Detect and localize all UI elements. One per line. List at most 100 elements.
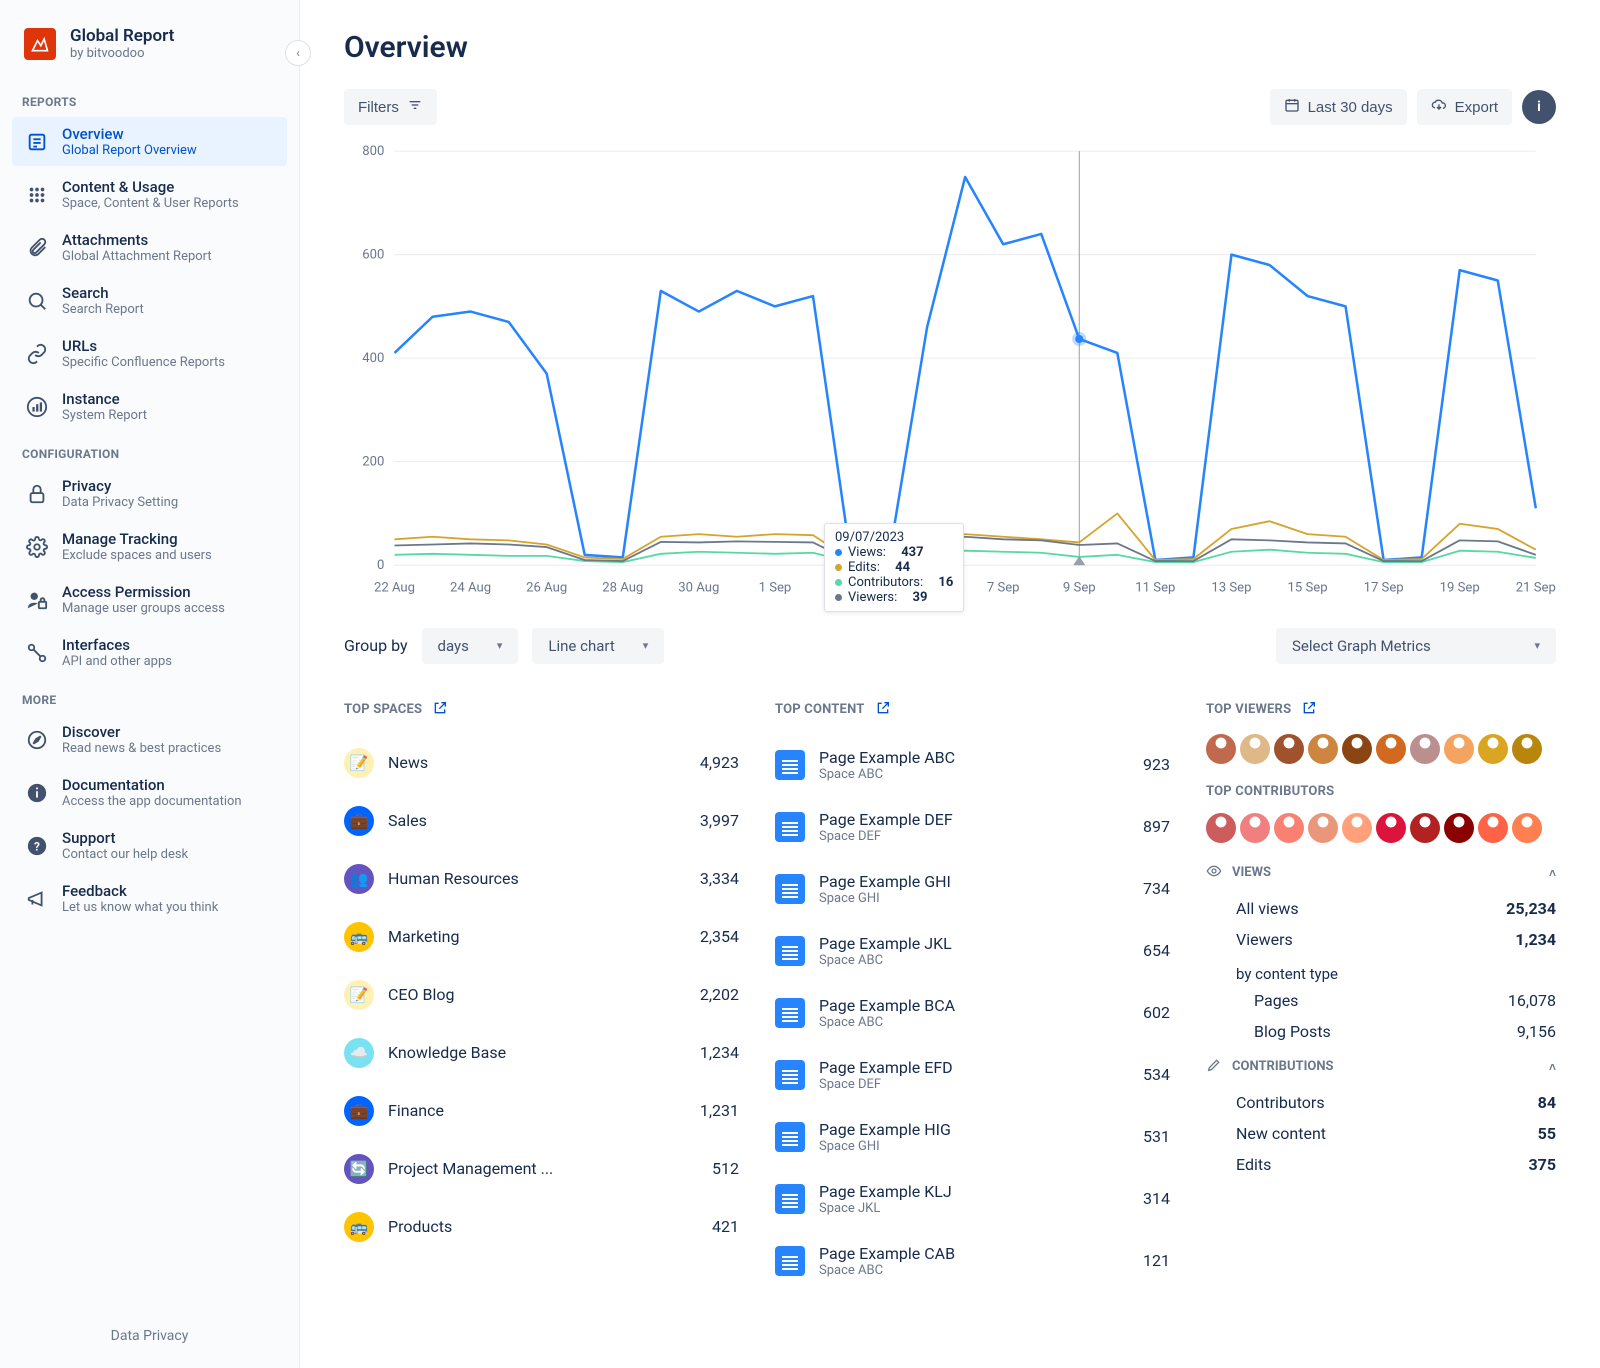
open-top-content-icon[interactable] [875,700,891,720]
brand-title: Global Report [70,26,174,46]
overview-chart[interactable]: 020040060080022 Aug24 Aug26 Aug28 Aug30 … [344,141,1556,610]
sidebar-item-feedback[interactable]: FeedbackLet us know what you think [12,874,287,923]
top-content-row[interactable]: Page Example DEFSpace DEF897 [775,796,1170,858]
views-section-toggle[interactable]: VIEWS ˄ [1206,863,1556,883]
groupby-select[interactable]: days▾ [422,628,519,664]
filters-button[interactable]: Filters [344,89,437,125]
avatar[interactable] [1206,734,1236,764]
user-lock-icon [26,589,48,611]
sidebar-item-discover[interactable]: DiscoverRead news & best practices [12,715,287,764]
top-space-row[interactable]: 📝News4,923 [344,734,739,792]
top-space-row[interactable]: 💼Finance1,231 [344,1082,739,1140]
svg-text:7 Sep: 7 Sep [987,580,1020,595]
avatar[interactable] [1342,734,1372,764]
svg-text:24 Aug: 24 Aug [450,580,491,595]
section-label-config: CONFIGURATION [0,433,299,467]
svg-text:?: ? [34,839,40,853]
info-circle-icon [26,782,48,804]
svg-text:800: 800 [362,144,384,159]
sidebar-item-tracking[interactable]: Manage TrackingExclude spaces and users [12,522,287,571]
top-space-row[interactable]: 🔄Project Management ...512 [344,1140,739,1198]
sidebar-item-documentation[interactable]: DocumentationAccess the app documentatio… [12,768,287,817]
sidebar: ‹ Global Report by bitvoodoo REPORTS Ove… [0,0,300,1368]
page-title: Overview [344,30,1556,65]
avatar[interactable] [1308,734,1338,764]
top-contributors-avatars[interactable] [1206,813,1556,843]
space-icon: 🚌 [344,1212,374,1242]
top-space-row[interactable]: 🚌Products421 [344,1198,739,1256]
avatar[interactable] [1274,813,1304,843]
groupby-label: Group by [344,636,408,655]
sidebar-item-instance[interactable]: InstanceSystem Report [12,382,287,431]
avatar[interactable] [1512,813,1542,843]
avatar[interactable] [1274,734,1304,764]
top-space-row[interactable]: ☁️Knowledge Base1,234 [344,1024,739,1082]
top-space-row[interactable]: 👥Human Resources3,334 [344,850,739,908]
sidebar-item-interfaces[interactable]: InterfacesAPI and other apps [12,628,287,677]
top-content-row[interactable]: Page Example JKLSpace ABC654 [775,920,1170,982]
contributions-section-toggle[interactable]: CONTRIBUTIONS ˄ [1206,1057,1556,1077]
sidebar-item-content-usage[interactable]: Content & UsageSpace, Content & User Rep… [12,170,287,219]
calendar-icon [1284,97,1300,117]
top-content-row[interactable]: Page Example EFDSpace DEF534 [775,1044,1170,1106]
avatar[interactable] [1376,813,1406,843]
avatar[interactable] [1444,813,1474,843]
avatar[interactable] [1478,813,1508,843]
sidebar-item-urls[interactable]: URLsSpecific Confluence Reports [12,329,287,378]
footer-data-privacy[interactable]: Data Privacy [0,1304,299,1368]
space-icon: 📝 [344,748,374,778]
avatar[interactable] [1206,813,1236,843]
date-range-button[interactable]: Last 30 days [1270,89,1407,125]
sidebar-collapse-button[interactable]: ‹ [285,40,311,66]
space-icon: 📝 [344,980,374,1010]
info-button[interactable]: i [1522,90,1556,124]
avatar[interactable] [1410,734,1440,764]
top-content-row[interactable]: Page Example BCASpace ABC602 [775,982,1170,1044]
top-content-row[interactable]: Page Example CABSpace ABC121 [775,1230,1170,1292]
avatar[interactable] [1342,813,1372,843]
avatar[interactable] [1478,734,1508,764]
space-icon: 🔄 [344,1154,374,1184]
open-top-spaces-icon[interactable] [432,700,448,720]
svg-text:9 Sep: 9 Sep [1063,580,1096,595]
avatar[interactable] [1410,813,1440,843]
avatar[interactable] [1240,734,1270,764]
top-content-row[interactable]: Page Example ABCSpace ABC923 [775,734,1170,796]
svg-text:17 Sep: 17 Sep [1364,580,1404,595]
graph-metrics-select[interactable]: Select Graph Metrics▾ [1276,628,1556,664]
open-top-viewers-icon[interactable] [1301,700,1317,720]
top-content-row[interactable]: Page Example KLJSpace JKL314 [775,1168,1170,1230]
svg-text:26 Aug: 26 Aug [526,580,567,595]
compass-icon [26,729,48,751]
eye-icon [1206,863,1222,883]
sidebar-item-support[interactable]: ? SupportContact our help desk [12,821,287,870]
svg-text:11 Sep: 11 Sep [1135,580,1175,595]
space-icon: ☁️ [344,1038,374,1068]
info-icon: i [1537,99,1541,115]
sidebar-item-attachments[interactable]: AttachmentsGlobal Attachment Report [12,223,287,272]
top-space-row[interactable]: 💼Sales3,997 [344,792,739,850]
top-space-row[interactable]: 🚌Marketing2,354 [344,908,739,966]
sidebar-item-search[interactable]: SearchSearch Report [12,276,287,325]
top-space-row[interactable]: 📝CEO Blog2,202 [344,966,739,1024]
gear-icon [26,536,48,558]
main-content: Overview Filters Last 30 days Export i 0… [300,0,1600,1368]
top-content-row[interactable]: Page Example HIGSpace GHI531 [775,1106,1170,1168]
sidebar-item-access[interactable]: Access PermissionManage user groups acce… [12,575,287,624]
charttype-select[interactable]: Line chart▾ [532,628,664,664]
top-viewers-avatars[interactable] [1206,734,1556,764]
page-icon [775,1246,805,1276]
space-icon: 🚌 [344,922,374,952]
sidebar-item-overview[interactable]: OverviewGlobal Report Overview [12,117,287,166]
avatar[interactable] [1512,734,1542,764]
avatar[interactable] [1240,813,1270,843]
page-icon [775,936,805,966]
avatar[interactable] [1376,734,1406,764]
avatar[interactable] [1444,734,1474,764]
page-icon [775,1060,805,1090]
top-content-row[interactable]: Page Example GHISpace GHI734 [775,858,1170,920]
sidebar-item-privacy[interactable]: PrivacyData Privacy Setting [12,469,287,518]
export-button[interactable]: Export [1417,89,1512,125]
page-icon [775,812,805,842]
avatar[interactable] [1308,813,1338,843]
